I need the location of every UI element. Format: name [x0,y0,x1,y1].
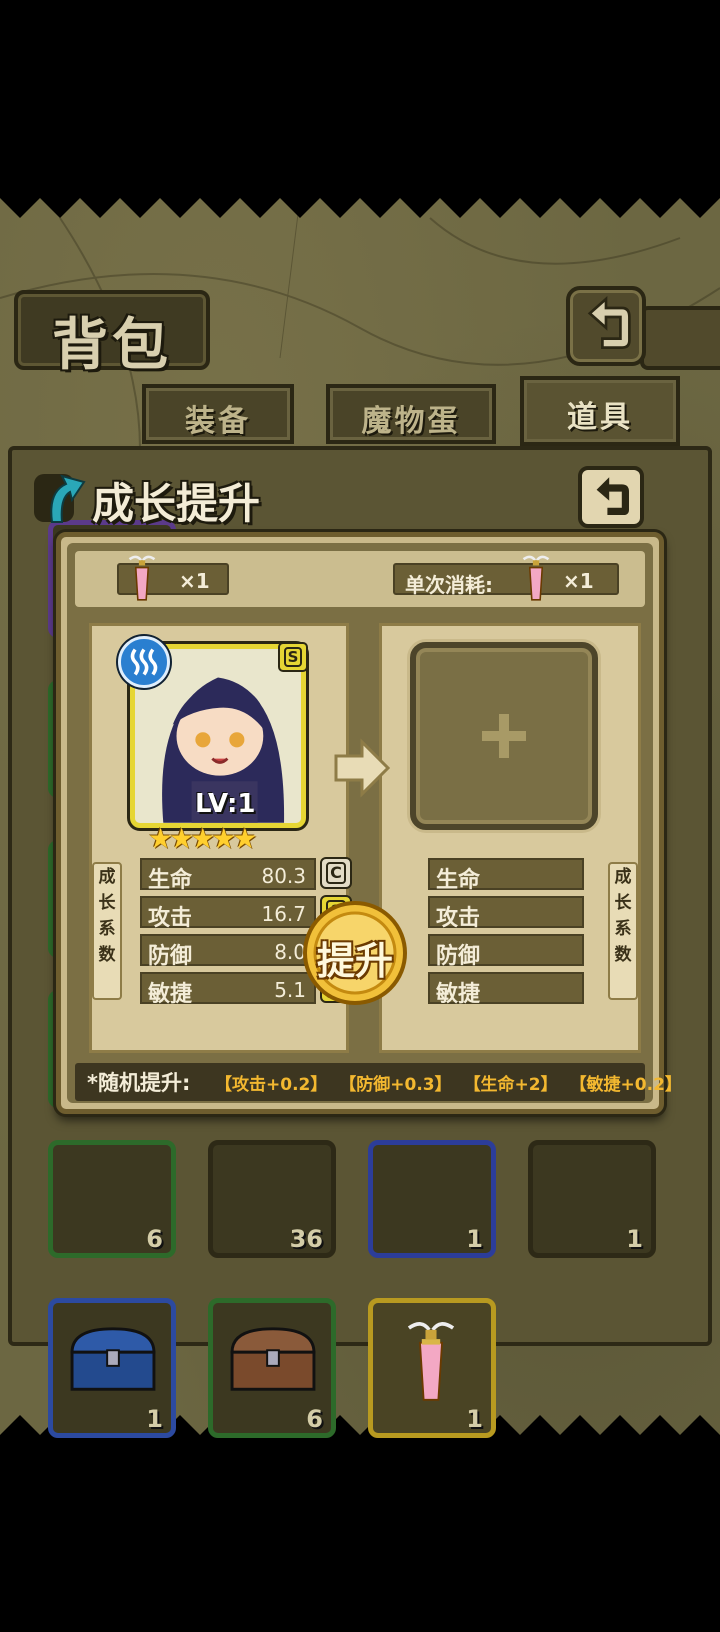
vlabel-char: 长 [98,893,116,913]
hero-stars: ★★★★★ [148,822,257,855]
stat-name: 生命 [148,868,193,893]
inventory-slot[interactable]: 6 [48,1140,176,1258]
vlabel-char: 系 [614,919,632,939]
vlabel-char: 长 [614,893,632,913]
growth-dialog: ×1 单次消耗: ×1 LV:1 S ★★★★★ 成 长 系 数 生命 80.3… [56,532,682,1114]
vlabel-char: 成 [98,867,116,887]
inventory-slot[interactable]: 36 [208,1140,336,1258]
random-upgrade-item: 【攻击+0.2】 [215,1075,328,1095]
page-title: 背包 [52,312,172,378]
random-upgrade-item: 【敏捷+0.2】 [569,1075,682,1095]
random-upgrade-item: 【生命+2】 [463,1075,558,1095]
item-count: 1 [146,1405,163,1433]
cost-pill: 单次消耗: ×1 [393,563,619,597]
growth-arrow-icon [34,474,86,523]
stat-name: 攻击 [148,906,193,931]
blue-chest-icon [70,1327,156,1391]
stat-name: 敏捷 [148,982,193,1007]
item-count: 1 [626,1225,643,1253]
owned-count: ×1 [179,569,210,593]
cost-count: ×1 [563,569,594,593]
arrow-right-icon [334,738,390,798]
upgrade-button-label: 提升 [316,938,393,983]
target-slot[interactable] [410,642,598,830]
item-count: 36 [289,1225,323,1253]
result-card: 生命 攻击 防御 敏捷 成 长 系 数 [379,623,641,1053]
stat-name: 防御 [436,944,481,969]
stat-grade: C [326,862,346,884]
item-count: 6 [146,1225,163,1253]
stat-row-agility: 敏捷 [428,970,588,1007]
cost-bar: ×1 单次消耗: ×1 [75,551,645,607]
growth-dialog-body: ×1 单次消耗: ×1 LV:1 S ★★★★★ 成 长 系 数 生命 80.3… [67,543,682,1103]
random-upgrade-label: *随机提升: [87,1071,191,1095]
return-arrow-icon [596,477,629,515]
inventory-slot[interactable]: 1 [528,1140,656,1258]
stat-bar: 攻击 [428,896,584,931]
bag-title-plate: 背包 [14,290,210,378]
growth-potion-icon [522,555,550,601]
stat-bar: 防御 8.0 [140,934,316,969]
stat-bar: 生命 80.3 [140,858,316,893]
cost-label: 单次消耗: [405,573,493,597]
stat-bar: 敏捷 5.1 [140,972,316,1007]
growth-title: 成长提升 [92,479,261,528]
item-count: 6 [306,1405,323,1433]
plus-icon [482,714,526,758]
tab-items[interactable]: 道具 [520,376,680,446]
growth-coefficient-label-left: 成 长 系 数 [92,862,122,1000]
stat-name: 敏捷 [436,982,481,1007]
hero-level: LV:1 [195,789,256,819]
stat-bar: 生命 [428,858,584,893]
random-upgrade-item: 【防御+0.3】 [339,1075,452,1095]
back-button[interactable] [566,286,646,366]
back-button-tab [640,306,720,370]
tab-equipment[interactable]: 装备 [142,384,294,444]
inventory-slot-wood-chest[interactable]: 6 [208,1298,336,1438]
tab-equipment-label: 装备 [185,404,251,439]
tab-items-label: 道具 [567,400,633,435]
wood-chest-icon [230,1327,316,1391]
inventory-slot-blue-chest[interactable]: 1 [48,1298,176,1438]
result-stats: 生命 攻击 防御 敏捷 [428,856,588,1008]
item-count: 1 [466,1405,483,1433]
stat-bar: 敏捷 [428,972,584,1007]
hero-grade-badge: S [278,642,308,672]
tab-monster-egg-label: 魔物蛋 [361,404,461,439]
stat-row-hp: 生命 [428,856,588,893]
torn-edge-top [0,178,720,218]
random-upgrade-list: 【攻击+0.2】 【防御+0.3】 【生命+2】 【敏捷+0.2】 [215,1070,688,1095]
growth-potion-icon [407,1322,455,1401]
upgrade-button[interactable]: 提升 [300,898,410,1008]
item-count: 1 [466,1225,483,1253]
hero-grade: S [284,647,302,667]
random-upgrade-bar: *随机提升: 【攻击+0.2】 【防御+0.3】 【生命+2】 【敏捷+0.2】 [75,1063,682,1101]
stat-name: 生命 [436,868,481,893]
stat-name: 防御 [148,944,193,969]
stat-row-attack: 攻击 [428,894,588,931]
growth-coefficient-label-right: 成 长 系 数 [608,862,638,1000]
vlabel-char: 系 [98,919,116,939]
water-element-icon [118,636,170,688]
growth-header: 成长提升 [32,468,322,528]
stat-bar: 攻击 16.7 [140,896,316,931]
growth-potion-icon [128,555,156,601]
inventory-slot[interactable]: 1 [368,1140,496,1258]
stat-bar: 防御 [428,934,584,969]
growth-close-button[interactable] [578,466,644,528]
vlabel-char: 数 [614,945,632,965]
return-arrow-icon [587,295,631,349]
water-waves-icon [130,648,158,676]
stat-grade-badge: C [320,857,352,889]
tab-monster-egg[interactable]: 魔物蛋 [326,384,496,444]
inventory-slot-growth-potion[interactable]: 1 [368,1298,496,1438]
vlabel-char: 数 [98,945,116,965]
vlabel-char: 成 [614,867,632,887]
stat-row-defense: 防御 [428,932,588,969]
stat-value: 80.3 [261,864,306,888]
stat-name: 攻击 [436,906,481,931]
game-screen: 背包 装备 魔物蛋 道具 6 36 1 1 1 6 1 成长提升 ×1 单次消耗… [0,178,720,1455]
stat-row-hp: 生命 80.3 C [140,856,352,893]
